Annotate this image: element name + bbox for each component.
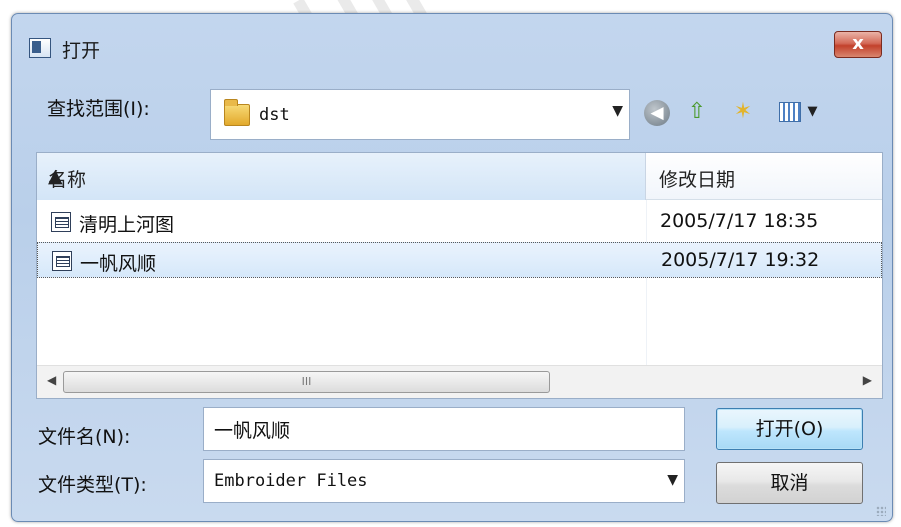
chevron-down-icon[interactable]: ▼ xyxy=(612,103,623,119)
up-folder-icon: ⇧ xyxy=(687,99,707,124)
back-button[interactable]: ◀ xyxy=(642,97,672,127)
list-item-selected[interactable]: 一帆风顺 2005/7/17 19:32 xyxy=(37,242,882,278)
dialog-title: 打开 xyxy=(62,40,101,62)
back-icon: ◀ xyxy=(644,100,670,126)
look-in-label: 查找范围(I): xyxy=(47,98,150,120)
horizontal-scrollbar[interactable]: ◀ III ▶ xyxy=(37,365,882,398)
file-list-header: ▲ 名称 修改日期 xyxy=(37,153,882,200)
chevron-down-icon: ▼ xyxy=(807,104,818,119)
scrollbar-thumb[interactable]: III xyxy=(63,371,550,393)
file-icon xyxy=(52,251,72,271)
chevron-down-icon[interactable]: ▼ xyxy=(667,472,678,488)
window-icon xyxy=(29,38,51,58)
new-folder-icon: ✶ xyxy=(733,99,753,124)
scroll-right-icon[interactable]: ▶ xyxy=(863,373,872,387)
view-menu-button[interactable]: ▼ xyxy=(772,97,824,127)
file-name: 一帆风顺 xyxy=(80,253,157,275)
new-folder-button[interactable]: ✶ xyxy=(728,97,758,127)
file-type-value: Embroider Files xyxy=(214,471,368,491)
title-bar: 打开 x xyxy=(12,14,892,76)
file-name-input[interactable] xyxy=(203,407,685,451)
folder-icon xyxy=(224,99,250,126)
column-header-name-label: 名称 xyxy=(48,169,87,191)
close-button[interactable]: x xyxy=(834,31,882,58)
file-type-select[interactable]: Embroider Files ▼ xyxy=(203,459,685,503)
file-list: ▲ 名称 修改日期 清明上河图 2005/7/17 18:35 一帆风顺 200… xyxy=(36,152,883,399)
file-name: 清明上河图 xyxy=(79,214,175,236)
list-item[interactable]: 清明上河图 2005/7/17 18:35 xyxy=(37,204,882,240)
look-in-combobox[interactable]: dst ▼ xyxy=(210,89,630,140)
column-header-date[interactable]: 修改日期 xyxy=(659,165,735,192)
file-date: 2005/7/17 19:32 xyxy=(661,249,820,271)
file-icon xyxy=(51,212,71,232)
open-dialog: 打开 x 查找范围(I): dst ▼ ◀ ⇧ ✶ ▼ ▲ 名称 修改日期 清明… xyxy=(11,13,893,522)
look-in-value: dst xyxy=(259,105,290,125)
view-menu-icon xyxy=(778,102,801,122)
resize-grip-icon[interactable] xyxy=(876,506,886,516)
file-date: 2005/7/17 18:35 xyxy=(660,210,819,232)
close-icon: x xyxy=(852,33,864,54)
open-button[interactable]: 打开(O) xyxy=(716,408,863,450)
scroll-left-icon[interactable]: ◀ xyxy=(47,373,56,387)
file-type-label: 文件类型(T): xyxy=(38,474,147,496)
cancel-button[interactable]: 取消 xyxy=(716,462,863,504)
file-name-label: 文件名(N): xyxy=(38,426,131,448)
up-folder-button[interactable]: ⇧ xyxy=(682,97,712,127)
column-header-name[interactable]: ▲ 名称 xyxy=(37,153,646,200)
